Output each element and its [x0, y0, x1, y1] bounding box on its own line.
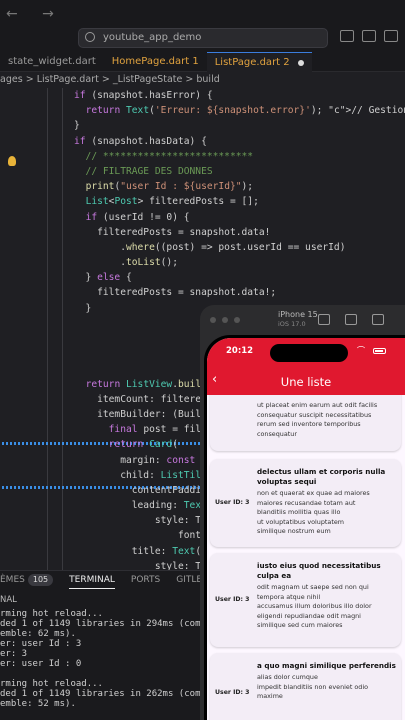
- breadcrumb-folder[interactable]: ages: [0, 74, 23, 85]
- breadcrumb: ages > ListPage.dart > _ListPageState > …: [0, 72, 405, 88]
- command-center-search[interactable]: youtube_app_demo: [78, 28, 328, 48]
- post-body: ut placeat enim earum aut odit facilis c…: [257, 401, 378, 438]
- wifi-icon: ⌒: [357, 346, 367, 355]
- indent-guide: [62, 88, 63, 570]
- tab-label: TERMINAL: [69, 575, 115, 585]
- status-time: 20:12: [226, 346, 254, 356]
- post-card[interactable]: User ID: 3 delectus ullam et corporis nul…: [210, 459, 401, 547]
- dynamic-island: [270, 344, 348, 362]
- post-list[interactable]: ut placeat enim earum aut odit facilis c…: [207, 395, 405, 720]
- code-line[interactable]: }: [74, 118, 405, 133]
- post-title: a quo magni similique perferendis: [257, 661, 396, 670]
- code-line[interactable]: .toList();: [74, 255, 405, 270]
- screenshot-icon[interactable]: [345, 314, 357, 325]
- post-user-id: User ID: 3: [215, 596, 250, 603]
- layout-sidebar-icon[interactable]: [340, 30, 354, 42]
- post-body: alias dolor cumque impedit blanditiis no…: [257, 673, 369, 701]
- search-icon: [85, 32, 95, 42]
- post-body: non et quaerat ex quae ad maiores maiore…: [257, 489, 370, 536]
- code-line[interactable]: List<Post> filteredPosts = [];: [74, 194, 405, 209]
- code-line[interactable]: if (userId != 0) {: [74, 210, 405, 225]
- layout-panel-icon[interactable]: [362, 30, 376, 42]
- device-name: iPhone 15: [278, 310, 318, 319]
- layout-secondary-icon[interactable]: [384, 30, 398, 42]
- breadcrumb-file[interactable]: ListPage.dart: [37, 74, 99, 85]
- post-user-id: User ID: 3: [215, 499, 250, 506]
- rotate-icon[interactable]: [372, 314, 384, 325]
- code-line[interactable]: return Text('Erreur: ${snapshot.error}')…: [74, 103, 405, 118]
- tab-label: ÈMES: [0, 575, 25, 585]
- close-window-icon[interactable]: [210, 317, 216, 323]
- tab-listpage[interactable]: ListPage.dart 2: [206, 52, 312, 72]
- post-body: odit magnam ut saepe sed non qui tempora…: [257, 583, 372, 630]
- home-icon[interactable]: [318, 314, 330, 325]
- app-title: Une liste: [280, 375, 332, 389]
- title-bar: ← → youtube_app_demo: [0, 0, 405, 52]
- post-title: delectus ullam et corporis nulla volupta…: [257, 467, 386, 486]
- code-line[interactable]: // **************************: [74, 149, 405, 164]
- tab-homepage[interactable]: HomePage.dart 1: [104, 52, 207, 72]
- simulator-toolbar: iPhone 15 iOS 17.0: [200, 305, 405, 335]
- phone-screen: ut placeat enim earum aut odit facilis c…: [207, 338, 405, 720]
- app-bar: 20:12 ⌒ ‹ Une liste: [207, 338, 405, 395]
- lightbulb-icon[interactable]: [8, 156, 16, 166]
- code-line[interactable]: .where((post) => post.userId == userId): [74, 240, 405, 255]
- phone-frame: ut placeat enim earum aut odit facilis c…: [204, 335, 405, 720]
- nav-arrows-icon[interactable]: ← →: [6, 6, 64, 22]
- device-os: iOS 17.0: [278, 320, 306, 328]
- code-line[interactable]: // FILTRAGE DES DONNES: [74, 164, 405, 179]
- search-text: youtube_app_demo: [103, 32, 202, 43]
- tab-label: HomePage.dart 1: [111, 56, 199, 67]
- breadcrumb-method[interactable]: build: [196, 74, 219, 85]
- battery-icon: [373, 348, 386, 354]
- breadcrumb-separator: >: [25, 74, 34, 85]
- tab-label: state_widget.dart: [8, 56, 96, 67]
- unsaved-dot-icon[interactable]: [297, 59, 304, 66]
- post-title: iusto eius quod necessitatibus culpa ea: [257, 561, 381, 580]
- code-line[interactable]: filteredPosts = snapshot.data!: [74, 225, 405, 240]
- breadcrumb-separator: >: [101, 74, 110, 85]
- breadcrumb-separator: >: [185, 74, 194, 85]
- code-line[interactable]: filteredPosts = snapshot.data!;: [74, 285, 405, 300]
- editor-tabs: state_widget.dart HomePage.dart 1 ListPa…: [0, 52, 405, 72]
- post-user-id: User ID: 3: [215, 689, 250, 696]
- post-card[interactable]: User ID: 3 a quo magni similique perferen…: [210, 653, 401, 720]
- minimize-window-icon[interactable]: [222, 317, 228, 323]
- tab-label: ListPage.dart 2: [214, 56, 290, 68]
- ios-simulator-window: iPhone 15 iOS 17.0 ut placeat enim earum…: [200, 305, 405, 720]
- code-line[interactable]: } else {: [74, 270, 405, 285]
- zoom-window-icon[interactable]: [234, 317, 240, 323]
- code-line[interactable]: if (snapshot.hasData) {: [74, 134, 405, 149]
- tab-terminal[interactable]: TERMINAL: [69, 571, 115, 589]
- problems-count-badge: 105: [27, 574, 54, 586]
- tab-label: PORTS: [130, 575, 161, 585]
- tab-state-widget[interactable]: state_widget.dart: [0, 52, 104, 72]
- code-line[interactable]: if (snapshot.hasError) {: [74, 88, 405, 103]
- tab-problems[interactable]: ÈMES 105: [0, 571, 54, 589]
- tab-ports[interactable]: PORTS: [131, 571, 160, 589]
- breadcrumb-class[interactable]: _ListPageState: [113, 74, 183, 85]
- code-line[interactable]: print("user Id : ${userId}");: [74, 179, 405, 194]
- post-card[interactable]: User ID: 3 iusto eius quod necessitatibus…: [210, 553, 401, 647]
- indent-guide: [47, 88, 48, 570]
- post-card[interactable]: ut placeat enim earum aut odit facilis c…: [210, 395, 401, 451]
